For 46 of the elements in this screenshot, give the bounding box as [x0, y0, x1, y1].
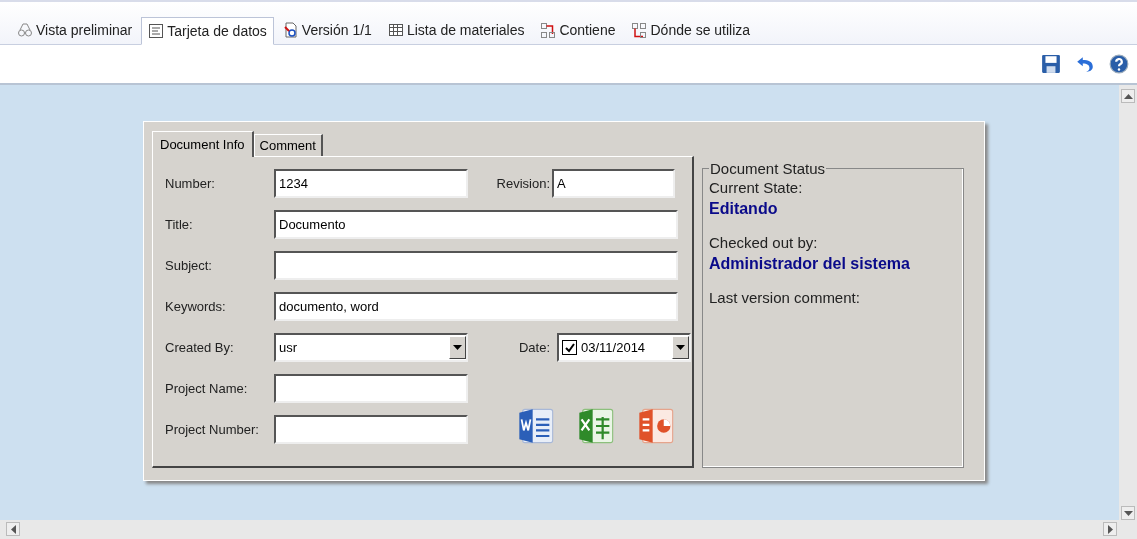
vertical-scrollbar[interactable] — [1119, 85, 1137, 520]
field-label: Number: — [165, 176, 216, 191]
hierarchy-icon — [631, 22, 648, 38]
status-label: Last version comment: — [709, 289, 861, 306]
status-value: Administrador del sistema — [709, 255, 911, 273]
spreadsheet-icon[interactable] — [576, 406, 616, 446]
date-picker[interactable]: 03/11/2014 — [557, 333, 691, 362]
form-tab[interactable]: Comment — [253, 134, 323, 156]
hierarchy-icon — [540, 22, 557, 38]
dropdown-field[interactable]: usr — [274, 333, 468, 362]
document-icon — [282, 22, 299, 38]
field-label: Date: — [517, 340, 551, 355]
view-tab[interactable]: Versión 1/1 — [275, 16, 379, 44]
form-icon — [148, 23, 165, 39]
field-label: Project Number: — [165, 422, 260, 437]
horizontal-scrollbar[interactable] — [0, 520, 1137, 539]
text-field[interactable] — [274, 251, 678, 280]
group-title: Document Status — [709, 160, 827, 177]
view-tab[interactable]: Vista preliminar — [10, 16, 140, 44]
field-label: Project Name: — [165, 381, 249, 396]
save-icon[interactable] — [1041, 54, 1061, 74]
field-label: Revision: — [495, 176, 551, 191]
text-field[interactable]: Documento — [274, 210, 678, 239]
status-label: Checked out by: — [709, 234, 819, 251]
word-document-icon[interactable] — [516, 406, 556, 446]
field-label: Subject: — [165, 258, 213, 273]
view-tab[interactable]: Tarjeta de datos — [141, 17, 274, 45]
text-field[interactable] — [274, 374, 468, 403]
form-tab[interactable]: Document Info — [152, 131, 254, 157]
field-label: Keywords: — [165, 299, 227, 314]
text-field[interactable] — [274, 415, 468, 444]
text-field[interactable]: 1234 — [274, 169, 468, 198]
glasses-icon — [17, 22, 33, 38]
field-label: Created By: — [165, 340, 235, 355]
text-field[interactable]: A — [552, 169, 675, 198]
checkbox[interactable] — [562, 340, 577, 355]
status-label: Current State: — [709, 179, 804, 196]
help-icon[interactable] — [1109, 54, 1129, 74]
table-icon — [387, 22, 404, 38]
text-field[interactable]: documento, word — [274, 292, 678, 321]
field-label: Title: — [165, 217, 194, 232]
presentation-icon[interactable] — [636, 406, 676, 446]
view-tab[interactable]: Contiene — [533, 16, 623, 44]
view-tab[interactable]: Lista de materiales — [380, 16, 532, 44]
status-value: Editando — [709, 200, 779, 218]
view-tab[interactable]: Dónde se utiliza — [624, 16, 758, 44]
